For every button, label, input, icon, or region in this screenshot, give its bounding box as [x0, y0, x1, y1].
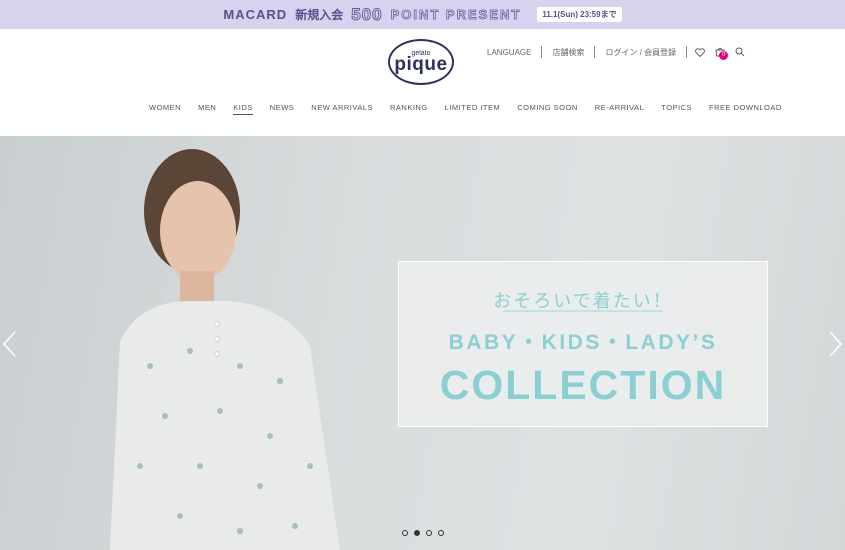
- hero-text-panel: おそろいで着たい！ BABY・KIDS・LADY’S COLLECTION: [398, 261, 768, 427]
- nav-item-coming-soon[interactable]: COMING SOON: [517, 103, 578, 115]
- nav-item-women[interactable]: WOMEN: [149, 103, 181, 115]
- hero-title-underline: [503, 310, 663, 312]
- logo-big-text: pique: [394, 54, 448, 75]
- search-icon[interactable]: [733, 46, 747, 58]
- main-nav: WOMEN MEN KIDS NEWS NEW ARRIVALS RANKING…: [149, 103, 799, 115]
- promo-present: POINT PRESENT: [390, 7, 522, 23]
- promo-jp-text: 新規入会: [295, 8, 344, 22]
- logo[interactable]: gelato pique: [388, 39, 454, 85]
- login-link[interactable]: ログイン / 会員登録: [595, 47, 686, 58]
- nav-item-re-arrival[interactable]: RE-ARRIVAL: [595, 103, 644, 115]
- promo-brand: MACARD: [223, 7, 288, 22]
- divider: [686, 46, 688, 58]
- nav-item-free-download[interactable]: FREE DOWNLOAD: [709, 103, 782, 115]
- promo-points: 500: [351, 4, 383, 24]
- slider-pagination: [402, 530, 444, 536]
- nav-item-limited-item[interactable]: LIMITED ITEM: [445, 103, 501, 115]
- slider-dot[interactable]: [402, 530, 408, 536]
- slider-dot-active[interactable]: [414, 530, 420, 536]
- hero-subtitle: BABY・KIDS・LADY’S: [448, 331, 718, 354]
- heart-icon[interactable]: [693, 46, 707, 58]
- promo-banner[interactable]: MACARD 新規入会 500 POINT PRESENT 11.1(Sun) …: [0, 0, 845, 29]
- utility-nav: LANGUAGE 店舗検索 ログイン / 会員登録 0: [487, 46, 747, 60]
- site-header: gelato pique LANGUAGE 店舗検索 ログイン / 会員登録 0…: [0, 29, 845, 136]
- nav-item-new-arrivals[interactable]: NEW ARRIVALS: [311, 103, 373, 115]
- nav-item-kids[interactable]: KIDS: [233, 103, 253, 115]
- nav-item-ranking[interactable]: RANKING: [390, 103, 428, 115]
- hero-title: COLLECTION: [439, 362, 727, 408]
- store-search-link[interactable]: 店舗検索: [542, 47, 594, 58]
- hero-model-image: [110, 149, 340, 550]
- chevron-right-icon[interactable]: [827, 330, 843, 358]
- cart-icon[interactable]: 0: [713, 46, 729, 60]
- cart-count-badge: 0: [719, 51, 729, 60]
- language-link[interactable]: LANGUAGE: [487, 48, 541, 57]
- slider-dot[interactable]: [426, 530, 432, 536]
- nav-item-news[interactable]: NEWS: [270, 103, 295, 115]
- chevron-left-icon[interactable]: [2, 330, 18, 358]
- promo-date: 11.1(Sun) 23:59まで: [537, 7, 622, 22]
- nav-item-topics[interactable]: TOPICS: [661, 103, 692, 115]
- hero-slider[interactable]: おそろいで着たい！ BABY・KIDS・LADY’S COLLECTION: [0, 136, 845, 550]
- slider-dot[interactable]: [438, 530, 444, 536]
- nav-item-men[interactable]: MEN: [198, 103, 216, 115]
